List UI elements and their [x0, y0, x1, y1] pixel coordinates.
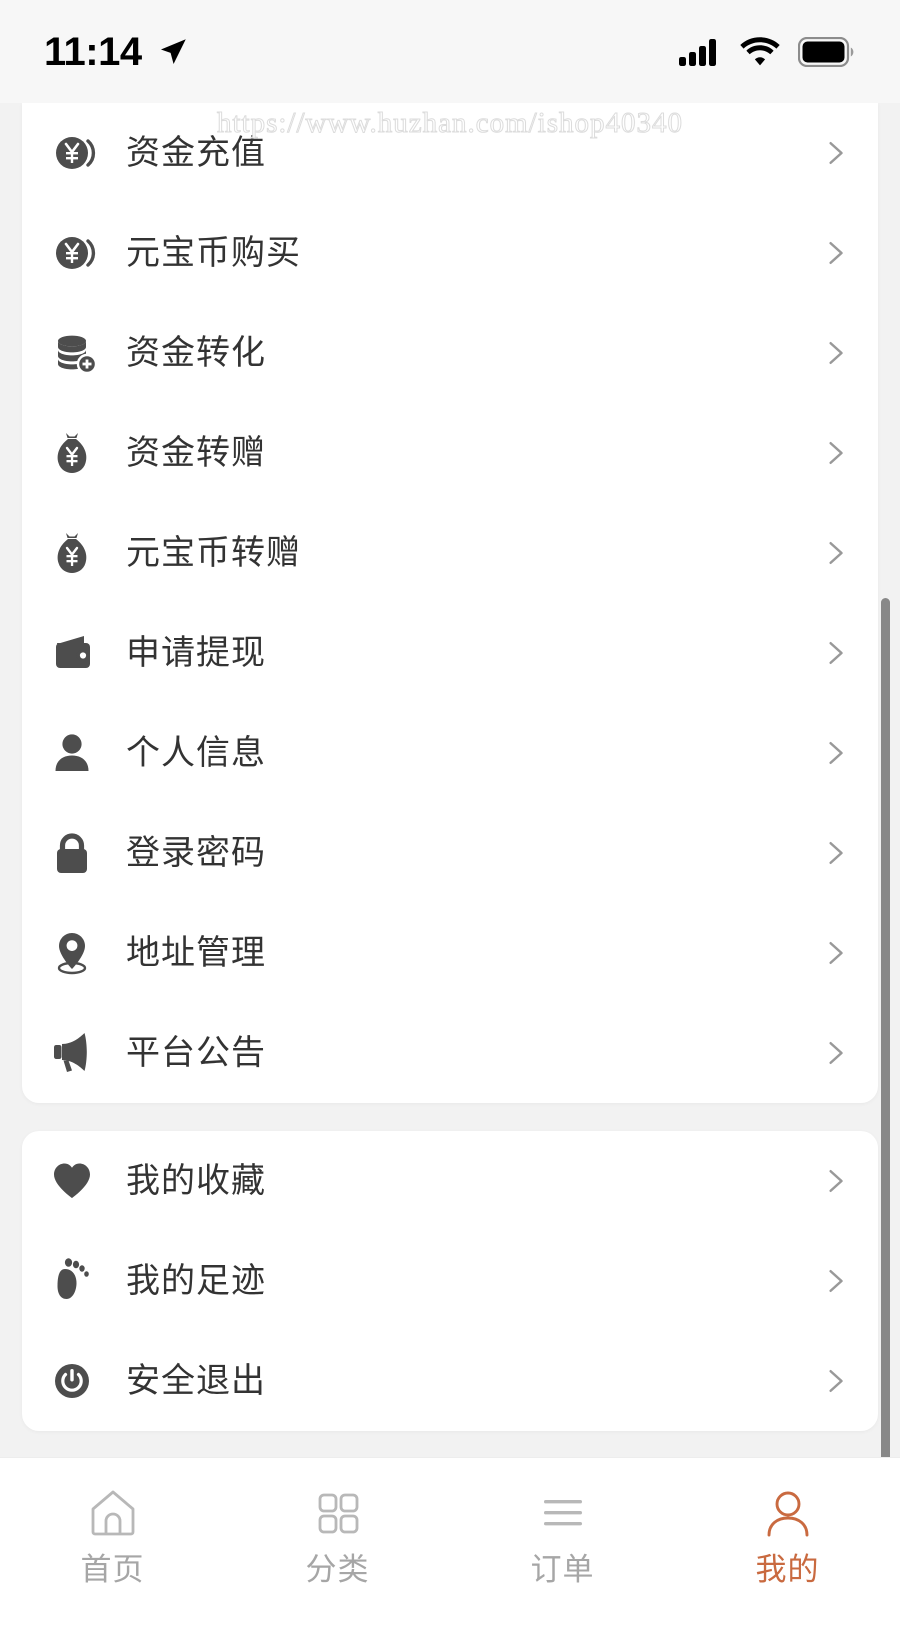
list-lines-icon: [535, 1484, 591, 1542]
personal-card: 我的收藏 我的足迹 安全退出: [22, 1131, 878, 1431]
chevron-right-icon: [829, 142, 843, 164]
menu-item-label: 资金转化: [126, 334, 266, 372]
chevron-right-icon: [829, 342, 843, 364]
chevron-right-icon: [829, 842, 843, 864]
coin-yen-icon: [48, 125, 104, 181]
tab-label: 订单: [530, 1552, 595, 1587]
person-icon: [48, 725, 104, 781]
chevron-right-icon: [829, 642, 843, 664]
chevron-right-icon: [829, 1270, 843, 1292]
menu-item-label: 平台公告: [126, 1034, 266, 1072]
menu-item-label: 资金转赠: [126, 434, 266, 472]
menu-item-withdraw-request[interactable]: 申请提现: [22, 603, 878, 703]
tab-label: 首页: [80, 1552, 145, 1587]
chevron-right-icon: [829, 442, 843, 464]
battery-full-icon: [798, 36, 854, 67]
menu-item-label: 安全退出: [126, 1362, 266, 1400]
home-icon: [85, 1484, 141, 1542]
menu-item-label: 个人信息: [126, 734, 266, 772]
menu-item-secure-logout[interactable]: 安全退出: [22, 1331, 878, 1431]
tab-label: 分类: [305, 1552, 370, 1587]
chevron-right-icon: [829, 1170, 843, 1192]
grid-icon: [310, 1484, 366, 1542]
menu-item-my-favorites[interactable]: 我的收藏: [22, 1131, 878, 1231]
menu-item-label: 我的收藏: [126, 1162, 266, 1200]
menu-item-platform-announcement[interactable]: 平台公告: [22, 1003, 878, 1103]
tab-categories[interactable]: 分类: [225, 1484, 450, 1585]
tab-home[interactable]: 首页: [0, 1484, 225, 1585]
chevron-right-icon: [829, 242, 843, 264]
menu-item-label: 地址管理: [126, 934, 266, 972]
menu-item-label: 元宝币转赠: [126, 534, 301, 572]
map-pin-icon: [48, 925, 104, 981]
chevron-right-icon: [829, 742, 843, 764]
menu-item-ingot-transfer-gift[interactable]: 元宝币转赠: [22, 503, 878, 603]
chevron-right-icon: [829, 942, 843, 964]
menu-item-fund-conversion[interactable]: 资金转化: [22, 303, 878, 403]
menu-item-label: 登录密码: [126, 834, 266, 872]
chevron-right-icon: [829, 1042, 843, 1064]
person-icon: [760, 1484, 816, 1542]
scroll-content[interactable]: https://www.huzhan.com/ishop40340 资金充值 元…: [0, 103, 900, 1457]
menu-item-label: 资金充值: [126, 134, 266, 172]
power-icon: [48, 1353, 104, 1409]
megaphone-icon: [48, 1025, 104, 1081]
tab-label: 我的: [755, 1552, 820, 1587]
app-screen: 11:14 https://www.huzhan.com/ishop40340 …: [0, 0, 900, 1637]
money-bag-yen-icon: [48, 425, 104, 481]
lock-icon: [48, 825, 104, 881]
menu-item-label: 我的足迹: [126, 1262, 266, 1300]
wallet-icon: [48, 625, 104, 681]
location-arrow-icon: [160, 38, 186, 64]
chevron-right-icon: [829, 542, 843, 564]
coin-yen-icon: [48, 225, 104, 281]
footprint-icon: [48, 1253, 104, 1309]
money-bag-yen-icon: [48, 525, 104, 581]
menu-item-label: 元宝币购买: [126, 234, 301, 272]
tab-orders[interactable]: 订单: [450, 1484, 675, 1585]
menu-item-fund-recharge[interactable]: 资金充值: [22, 103, 878, 203]
status-bar-left: 11:14: [44, 32, 190, 72]
vertical-scrollbar[interactable]: [881, 598, 890, 1457]
chevron-right-icon: [829, 1370, 843, 1392]
menu-item-label: 申请提现: [126, 634, 266, 672]
status-bar-right: [678, 36, 854, 67]
account-services-card: 资金充值 元宝币购买 资金转化 资金转赠 元宝币转赠 申请提现 个人信息 登录密…: [22, 103, 878, 1103]
heart-icon: [48, 1153, 104, 1209]
menu-item-ingot-purchase[interactable]: 元宝币购买: [22, 203, 878, 303]
menu-item-personal-info[interactable]: 个人信息: [22, 703, 878, 803]
bottom-tab-bar: 首页 分类 订单 我的: [0, 1457, 900, 1637]
wifi-icon: [740, 37, 780, 66]
menu-item-address-management[interactable]: 地址管理: [22, 903, 878, 1003]
cellular-signal-icon: [679, 38, 716, 66]
menu-item-login-password[interactable]: 登录密码: [22, 803, 878, 903]
menu-item-my-footprints[interactable]: 我的足迹: [22, 1231, 878, 1331]
status-bar-time: 11:14: [44, 29, 142, 74]
menu-item-fund-transfer-gift[interactable]: 资金转赠: [22, 403, 878, 503]
status-bar: 11:14: [0, 0, 900, 103]
tab-mine[interactable]: 我的: [675, 1484, 900, 1585]
coin-stack-plus-icon: [48, 325, 104, 381]
